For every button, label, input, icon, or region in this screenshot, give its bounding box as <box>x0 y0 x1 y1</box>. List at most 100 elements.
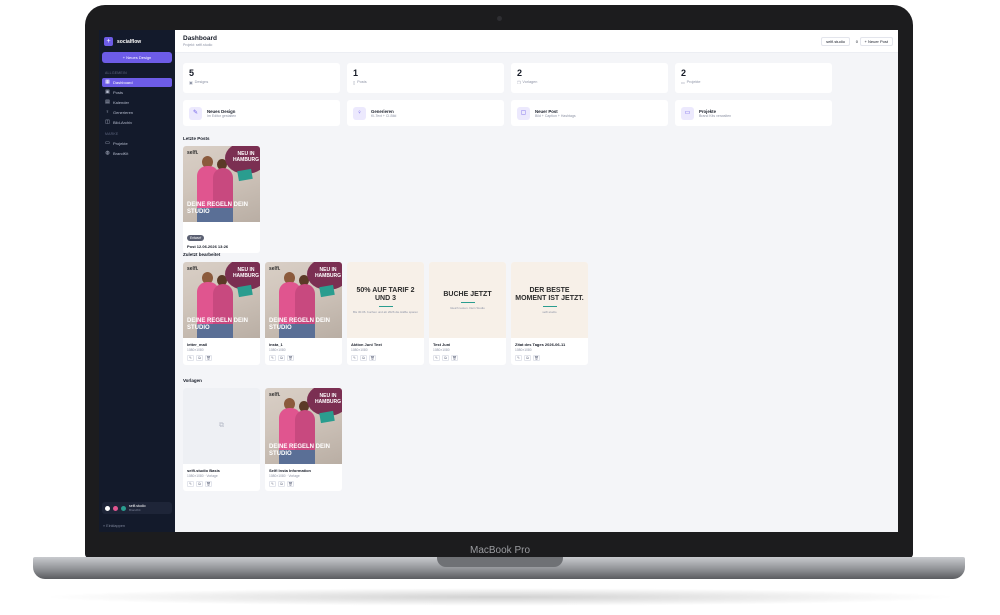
action-card[interactable]: ♀ Generieren KI-Text + CI-Bild <box>347 100 504 126</box>
sidebar-item-label: Generieren <box>113 110 134 115</box>
delete-icon[interactable]: 🗑 <box>287 481 294 487</box>
sidebar-item-generieren[interactable]: ♀ Generieren <box>102 108 172 117</box>
workspace-switcher[interactable]: selfi.studio BrandKit <box>102 502 172 514</box>
duplicate-icon[interactable]: ⧉ <box>278 355 285 361</box>
stat-label: Posts <box>357 80 367 84</box>
card-subtitle: 1080×1080 <box>351 348 368 352</box>
quick-actions: ✎ Neues Design Im Editor gestalten ♀ Generie… <box>183 100 832 126</box>
laptop-notch <box>437 557 563 567</box>
duplicate-icon[interactable]: ⧉ <box>196 481 203 487</box>
edit-icon[interactable]: ✎ <box>187 481 194 487</box>
design-preview: selfi. NEU IN HAMBURG DEINE REGELN DEIN ST… <box>265 262 342 338</box>
sidebar-item-dashboard[interactable]: ▦ Dashboard <box>102 78 172 87</box>
workspace-select[interactable]: selfi.studio <box>821 37 850 46</box>
stat-card: 2 ▭ Projekte <box>675 63 832 93</box>
folder-icon: ▭ <box>105 140 110 146</box>
card-subtitle: 1080×1080 <box>433 348 450 352</box>
nav-more: ▭ Projekte ◍ BrandKit <box>102 139 172 158</box>
card-title: Selfi Insta Information <box>269 468 312 473</box>
design-preview: selfi. NEU IN HAMBURG DEINE REGELN DEIN ST… <box>183 146 260 222</box>
folder-icon: ▭ <box>681 81 685 85</box>
copy-icon: ⧉ <box>219 422 224 429</box>
duplicate-icon[interactable]: ⧉ <box>442 355 449 361</box>
card-actions: ✎ ⧉ 🗑 <box>187 355 256 361</box>
stat-value: 2 <box>517 68 523 78</box>
action-title: Generieren <box>371 108 394 114</box>
card-actions: ✎ ⧉ 🗑 <box>433 355 502 361</box>
design-card[interactable]: selfi. NEU IN HAMBURG DEINE REGELN DEIN ST… <box>183 262 260 365</box>
sidebar-item-brandkit[interactable]: ◍ BrandKit <box>102 149 172 158</box>
action-text: Generieren KI-Text + CI-Bild <box>371 109 396 118</box>
preview-subtext: selfi.studio <box>542 309 557 314</box>
action-subtitle: Im Editor gestalten <box>207 113 237 118</box>
stat-label-row: ▣ Designs <box>189 80 334 85</box>
doc-icon: ▯ <box>353 81 356 85</box>
action-card[interactable]: ▭ Projekte Brand Kits verwalten <box>675 100 832 126</box>
card-subtitle: 1080×1080 <box>187 348 204 352</box>
design-card[interactable]: DER BESTE MOMENT IST JETZT. selfi.studio Z… <box>511 262 588 365</box>
action-text: Projekte Brand Kits verwalten <box>699 109 731 118</box>
workspace-dot <box>105 505 110 511</box>
edit-icon[interactable]: ✎ <box>187 355 194 361</box>
preview-caption: DEINE REGELN DEIN STUDIO <box>187 202 249 215</box>
new-design-button[interactable]: + Neues Design <box>102 52 172 63</box>
bulb-icon: ♀ <box>105 109 110 115</box>
duplicate-icon[interactable]: ⧉ <box>196 355 203 361</box>
sidebar-item-kalender[interactable]: ▤ Kalender <box>102 98 172 107</box>
sidebar-item-posts[interactable]: ▣ Posts <box>102 88 172 97</box>
post-icon: ▢ <box>517 106 530 120</box>
sidebar-item-bild-archiv[interactable]: ◫ Bild-Archiv <box>102 118 172 127</box>
device-label: MacBook Pro <box>469 545 531 556</box>
card-body: Test Juni 1080×1080 ✎ ⧉ 🗑 <box>429 338 506 365</box>
duplicate-icon[interactable]: ⧉ <box>278 481 285 487</box>
action-text: Neuer Post Bild + Caption + Hashtags <box>535 109 576 118</box>
sidebar-item-projekte[interactable]: ▭ Projekte <box>102 139 172 148</box>
design-card[interactable]: 50% AUF TARIF 2 UND 3 Bis 30.06. buchen u… <box>347 262 424 365</box>
edit-icon[interactable]: ✎ <box>433 355 440 361</box>
brand[interactable]: + socialflow <box>102 34 172 52</box>
template-icon: ❐ <box>517 81 521 85</box>
edit-icon[interactable]: ✎ <box>515 355 522 361</box>
delete-icon[interactable]: 🗑 <box>205 481 212 487</box>
preview-logo: selfi. <box>269 266 281 272</box>
preview-logo: selfi. <box>187 266 199 272</box>
duplicate-icon[interactable]: ⧉ <box>524 355 531 361</box>
sidebar-item-label: Bild-Archiv <box>113 120 133 125</box>
edit-icon[interactable]: ✎ <box>269 481 276 487</box>
duplicate-icon[interactable]: ⧉ <box>360 355 367 361</box>
sidebar-item-label: Dashboard <box>113 80 133 85</box>
delete-icon[interactable]: 🗑 <box>287 355 294 361</box>
status-badge: Entwurf <box>187 235 205 241</box>
image-icon: ▣ <box>105 89 110 95</box>
new-post-button[interactable]: + Neuer Post <box>859 37 893 46</box>
preview-caption: DEINE REGELN DEIN STUDIO <box>269 318 331 331</box>
main-content: Dashboard Projekt: selfi.studio selfi.st… <box>175 30 898 532</box>
card-title: Test Juni <box>433 342 451 347</box>
action-card[interactable]: ✎ Neues Design Im Editor gestalten <box>183 100 340 126</box>
pen-icon: ✎ <box>189 106 202 120</box>
delete-icon[interactable]: 🗑 <box>533 355 540 361</box>
sidebar-item-label: Posts <box>113 90 124 95</box>
design-card[interactable]: selfi. NEU IN HAMBURG DEINE REGELN DEIN ST… <box>265 388 342 491</box>
workspace-dot <box>121 505 126 511</box>
design-card[interactable]: selfi. NEU IN HAMBURG DEINE REGELN DEIN ST… <box>265 262 342 365</box>
design-card[interactable]: ⧉ selfi.studio Basis 1080×1080 · Vorlage ✎ ⧉… <box>183 388 260 491</box>
section-title-templates: Vorlagen <box>183 378 202 383</box>
design-card[interactable]: selfi. NEU IN HAMBURG DEINE REGELN DEIN ST… <box>183 146 260 253</box>
card-body: insta_1 1080×1080 ✎ ⧉ 🗑 <box>265 338 342 365</box>
action-title: Neues Design <box>207 108 236 114</box>
action-card[interactable]: ▢ Neuer Post Bild + Caption + Hashtags <box>511 100 668 126</box>
card-actions: ✎ ⧉ 🗑 <box>515 355 584 361</box>
card-actions: ✎ ⧉ 🗑 <box>187 481 256 487</box>
delete-icon[interactable]: 🗑 <box>205 355 212 361</box>
delete-icon[interactable]: 🗑 <box>451 355 458 361</box>
image-icon: ▣ <box>189 81 193 85</box>
design-card[interactable]: BUCHE JETZT Gleich testen. Dein Studio Tes… <box>429 262 506 365</box>
collapse-button[interactable]: « Einklappen <box>103 524 125 528</box>
edit-icon[interactable]: ✎ <box>269 355 276 361</box>
edit-icon[interactable]: ✎ <box>351 355 358 361</box>
workspace-sub: BrandKit <box>129 508 141 512</box>
delete-icon[interactable]: 🗑 <box>369 355 376 361</box>
preview-subtext: Gleich testen. Dein Studio <box>450 305 485 310</box>
design-preview-empty: ⧉ <box>183 388 260 464</box>
